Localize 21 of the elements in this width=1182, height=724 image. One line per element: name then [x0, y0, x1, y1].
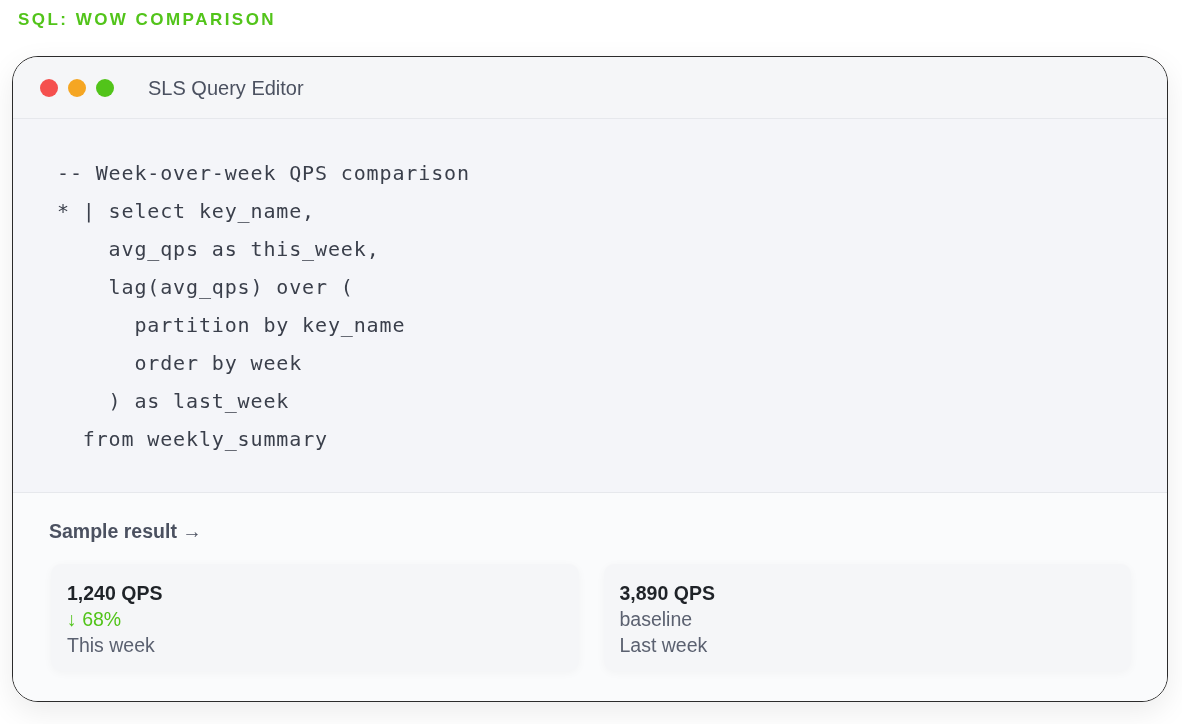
change-percent: ↓ 68% — [67, 607, 122, 632]
minimize-icon[interactable] — [68, 78, 86, 97]
section-heading: SQL: WOW COMPARISON — [18, 10, 277, 30]
maximize-icon[interactable] — [96, 78, 114, 97]
close-icon[interactable] — [40, 78, 58, 97]
code-line: from weekly_summary — [82, 426, 328, 453]
window-title: SLS Query Editor — [148, 75, 304, 101]
period-label: Last week — [619, 633, 708, 658]
code-line: lag(avg_qps) over ( — [108, 274, 354, 301]
qps-value: 3,890 QPS — [619, 581, 715, 606]
code-line: avg_qps as this_week, — [108, 236, 380, 263]
qps-value: 1,240 QPS — [67, 581, 163, 606]
change-note: baseline — [619, 607, 693, 632]
code-comment: -- Week-over-week QPS comparison — [57, 160, 470, 187]
result-title: Sample result → — [49, 521, 202, 541]
code-line: partition by key_name — [134, 312, 406, 339]
period-label: This week — [67, 633, 155, 658]
code-editor[interactable]: -- Week-over-week QPS comparison * | select key_name, avg_qps as this_week, lag(avg_qps) over ( partition by key_name order by week ) as last_week from weekly_summary — [13, 119, 1167, 493]
code-line: ) as last_week — [108, 388, 290, 415]
code-line: * | select key_name, — [57, 198, 316, 225]
code-line: order by week — [134, 350, 303, 377]
